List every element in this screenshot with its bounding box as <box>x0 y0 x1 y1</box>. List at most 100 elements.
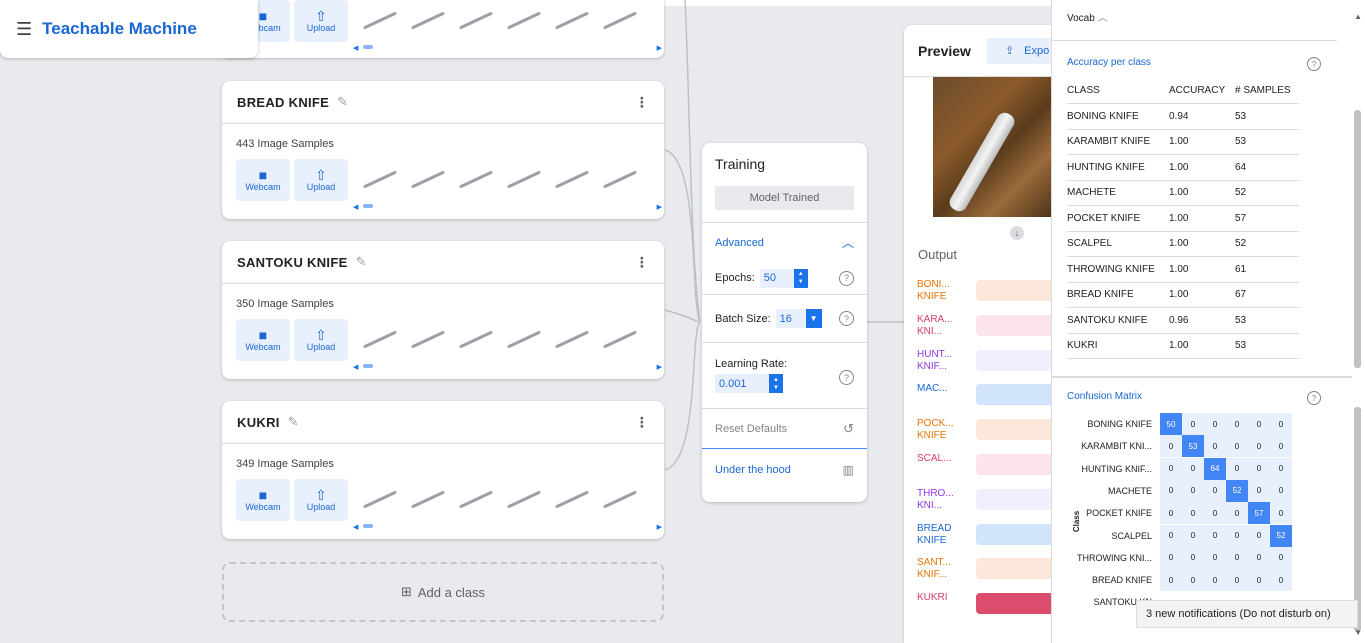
edit-pencil-icon[interactable]: ✎ <box>356 254 367 270</box>
help-icon[interactable]: ? <box>1307 391 1321 405</box>
cm-cell: 0 <box>1182 413 1204 435</box>
class-name[interactable]: BREAD KNIFE <box>237 95 329 110</box>
cm-cell: 0 <box>1204 479 1226 502</box>
under-the-hood-button[interactable]: Under the hood ▥ <box>702 448 867 490</box>
table-cell: 52 <box>1235 231 1299 257</box>
cm-cell: 0 <box>1226 413 1248 435</box>
cm-cell: 64 <box>1204 457 1226 480</box>
scroll-left-icon[interactable]: ◀ <box>353 203 358 211</box>
batch-size-select[interactable]: 16 ▼ <box>775 309 822 328</box>
cm-row: BONING KNIFE <box>1052 413 1156 435</box>
table-cell: 0.94 <box>1169 103 1235 130</box>
learning-rate-input[interactable]: 0.001 ▲ ▼ <box>715 374 783 393</box>
more-options-icon[interactable]: ⋮ <box>635 94 649 111</box>
cm-row-label: HUNTING KNIF... <box>1081 463 1152 474</box>
scroll-thumb[interactable] <box>363 204 373 208</box>
help-icon[interactable]: ? <box>839 370 854 385</box>
arrow-down-icon[interactable]: ↓ <box>1010 226 1024 240</box>
scrollbar-thumb[interactable] <box>1354 407 1361 632</box>
chevron-down-icon[interactable]: ▼ <box>805 309 822 328</box>
scroll-up-icon[interactable]: ▲ <box>1354 12 1362 21</box>
scroll-down-icon[interactable]: ▼ <box>1354 628 1362 637</box>
upload-button[interactable]: ⇧ Upload <box>294 319 348 361</box>
notification-toast[interactable]: 3 new notifications (Do not disturb on) <box>1136 600 1358 628</box>
edit-pencil-icon[interactable]: ✎ <box>337 94 348 110</box>
advanced-toggle[interactable]: Advanced ︿ <box>702 222 867 262</box>
class-name[interactable]: SANTOKU KNIFE <box>237 255 348 270</box>
table-row: KARAMBIT KNIFE 1.00 53 <box>1067 129 1299 155</box>
webcam-icon: ■ <box>258 487 268 503</box>
webcam-button[interactable]: ■ Webcam <box>236 479 290 521</box>
scroll-thumb[interactable] <box>363 364 373 368</box>
epochs-row: Epochs: 50 ▲ ▼ ? <box>702 262 867 294</box>
cm-row-label: BONING KNIFE <box>1087 419 1152 429</box>
sample-count: 349 Image Samples <box>236 458 334 470</box>
scroll-thumb[interactable] <box>363 45 373 49</box>
help-icon[interactable]: ? <box>839 311 854 326</box>
output-confidence-bar <box>976 419 1051 441</box>
lr-stepper[interactable]: ▲ ▼ <box>769 374 783 393</box>
export-model-button[interactable]: ⇪ Expo <box>986 37 1051 64</box>
upload-icon: ⇧ <box>315 327 327 343</box>
table-row: KUKRI 1.00 53 <box>1067 333 1299 359</box>
sample-image <box>550 320 594 360</box>
output-class-label: POCK... KNIFE <box>917 418 954 442</box>
output-class-label: BONI... KNIFE <box>917 279 950 302</box>
output-class-label: MAC... <box>917 383 948 395</box>
reset-defaults-button[interactable]: Reset Defaults ↺ <box>702 408 867 448</box>
scroll-right-icon[interactable]: ▶ <box>657 203 662 211</box>
edit-pencil-icon[interactable]: ✎ <box>288 414 299 430</box>
sample-image <box>454 160 498 200</box>
scroll-right-icon[interactable]: ▶ <box>657 523 662 531</box>
class-name[interactable]: KUKRI <box>237 415 280 430</box>
more-options-icon[interactable]: ⋮ <box>635 414 649 431</box>
thumb-scrollbar[interactable]: ◀ ▶ <box>222 521 664 531</box>
output-confidence-bar <box>976 454 1051 475</box>
app-header: ☰ Teachable Machine <box>0 0 258 58</box>
sample-image <box>454 480 498 520</box>
table-row: SCALPEL 1.00 52 <box>1067 231 1299 257</box>
table-row: BREAD KNIFE 1.00 67 <box>1067 282 1299 308</box>
export-icon: ⇪ <box>1004 45 1015 57</box>
upload-button[interactable]: ⇧ Upload <box>294 0 348 42</box>
cm-cell: 0 <box>1160 546 1182 569</box>
cm-cell: 0 <box>1248 479 1270 502</box>
thumb-scrollbar[interactable]: ◀ ▶ <box>222 361 664 371</box>
cm-row: KARAMBIT KNI... <box>1052 435 1156 457</box>
epochs-stepper[interactable]: ▲ ▼ <box>793 268 808 288</box>
help-icon[interactable]: ? <box>1307 57 1321 71</box>
cm-cell: 0 <box>1182 569 1204 592</box>
help-icon[interactable]: ? <box>839 270 854 286</box>
scroll-right-icon[interactable]: ▶ <box>657 363 662 371</box>
cm-cell: 0 <box>1182 546 1204 569</box>
cm-cell: 0 <box>1160 502 1182 525</box>
scroll-left-icon[interactable]: ◀ <box>353 523 358 531</box>
scroll-right-icon[interactable]: ▶ <box>657 44 662 52</box>
cm-cell: 0 <box>1182 502 1204 525</box>
scroll-thumb[interactable] <box>363 524 373 528</box>
chevron-up-icon: ︿ <box>1097 13 1108 24</box>
add-class-button[interactable]: ⊞ Add a class <box>222 562 664 622</box>
table-cell: 64 <box>1235 154 1299 181</box>
scroll-left-icon[interactable]: ◀ <box>353 363 358 371</box>
hamburger-icon[interactable]: ☰ <box>16 19 32 40</box>
thumb-scrollbar[interactable]: ◀ ▶ <box>222 42 664 52</box>
table-cell: 1.00 <box>1169 154 1235 181</box>
upload-button[interactable]: ⇧ Upload <box>294 479 348 521</box>
model-trained-button[interactable]: Model Trained <box>715 186 854 210</box>
table-cell: THROWING KNIFE <box>1067 256 1169 283</box>
epochs-input[interactable]: 50 ▲ ▼ <box>759 268 808 288</box>
vocab-toggle[interactable]: Vocab ︿ <box>1067 9 1108 24</box>
scrollbar-thumb[interactable] <box>1354 110 1361 368</box>
cm-row: HUNTING KNIF... <box>1052 458 1156 480</box>
thumb-scrollbar[interactable]: ◀ ▶ <box>222 201 664 211</box>
cm-cell: 50 <box>1160 413 1182 435</box>
scroll-left-icon[interactable]: ◀ <box>353 44 358 52</box>
cm-cell: 0 <box>1270 502 1292 525</box>
webcam-button[interactable]: ■ Webcam <box>236 319 290 361</box>
more-options-icon[interactable]: ⋮ <box>635 254 649 271</box>
cm-row: SCALPEL <box>1052 525 1156 547</box>
webcam-button[interactable]: ■ Webcam <box>236 159 290 201</box>
upload-button[interactable]: ⇧ Upload <box>294 159 348 201</box>
webcam-icon: ■ <box>258 167 268 183</box>
